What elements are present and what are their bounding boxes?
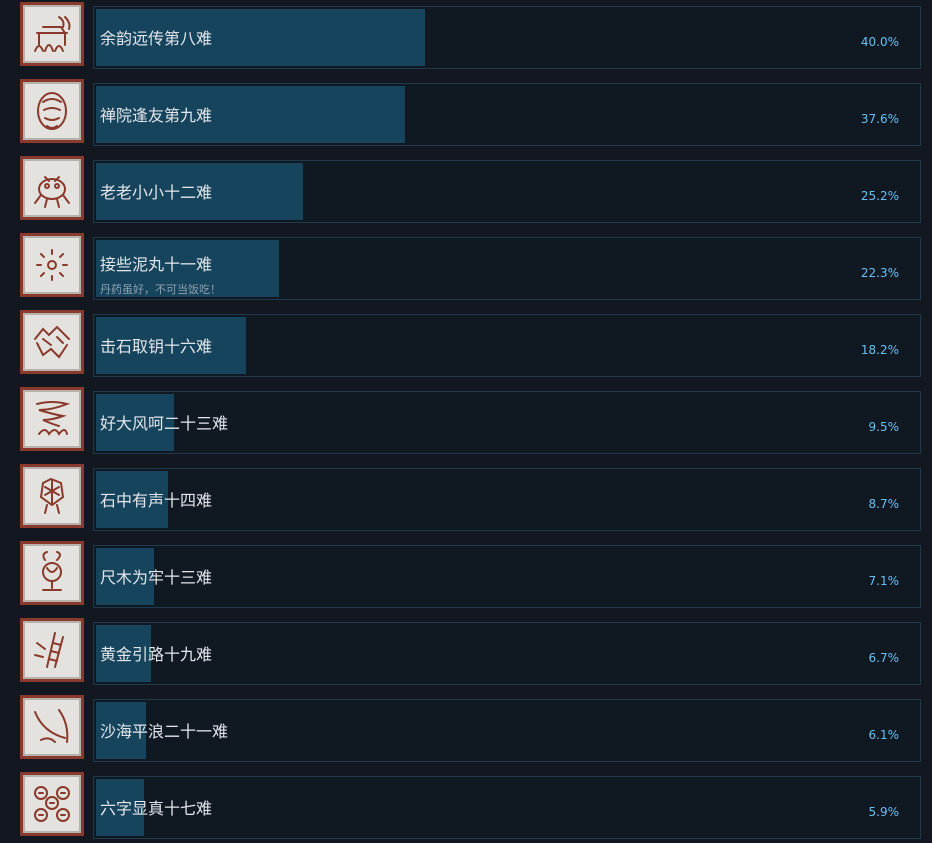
stone-bird-icon [20, 464, 84, 528]
achievement-row[interactable]: 六字显真十七难 5.9% [0, 770, 932, 839]
unlock-percent: 6.1% [868, 728, 900, 742]
achievement-title: 石中有声十四难 [100, 491, 213, 510]
mountain-rocks-icon [20, 310, 84, 374]
achievement-row[interactable]: 禅院逢友第九难 37.6% [0, 77, 932, 146]
achievement-row[interactable]: 余韵远传第八难 40.0% [0, 0, 932, 69]
pill-dots-icon [20, 233, 84, 297]
achievement-row[interactable]: 黄金引路十九难 6.7% [0, 616, 932, 685]
achievement-row[interactable]: 沙海平浪二十一难 6.1% [0, 693, 932, 762]
unlock-percent: 18.2% [860, 343, 899, 357]
achievement-description: 丹药虽好，不可当饭吃！ [100, 283, 221, 296]
progress-bar: 石中有声十四难 8.7% [93, 468, 921, 531]
six-faces-icon [20, 772, 84, 836]
sand-wave-icon [20, 695, 84, 759]
achievement-row[interactable]: 击石取钥十六难 18.2% [0, 308, 932, 377]
achievement-title: 沙海平浪二十一难 [100, 722, 229, 741]
progress-bar: 黄金引路十九难 6.7% [93, 622, 921, 685]
achievement-title: 接些泥丸十一难 [100, 255, 213, 274]
achievement-title: 击石取钥十六难 [100, 337, 213, 356]
unlock-percent: 22.3% [860, 266, 899, 280]
achievement-title: 余韵远传第八难 [100, 29, 213, 48]
achievement-title: 禅院逢友第九难 [100, 106, 213, 125]
achievement-row[interactable]: 好大风呵二十三难 9.5% [0, 385, 932, 454]
achievement-title: 好大风呵二十三难 [100, 414, 229, 433]
progress-bar: 沙海平浪二十一难 6.1% [93, 699, 921, 762]
progress-bar: 六字显真十七难 5.9% [93, 776, 921, 839]
achievement-row[interactable]: 接些泥丸十一难 丹药虽好，不可当饭吃！ 22.3% [0, 231, 932, 300]
whirlwind-icon [20, 387, 84, 451]
achievement-title: 老老小小十二难 [100, 183, 213, 202]
progress-bar: 余韵远传第八难 40.0% [93, 6, 921, 69]
unlock-percent: 7.1% [868, 574, 900, 588]
progress-bar: 老老小小十二难 25.2% [93, 160, 921, 223]
unlock-percent: 9.5% [868, 420, 900, 434]
achievement-list: 余韵远传第八难 40.0% 禅院逢友第九难 37.6% 老老小小十二难 25.2… [0, 0, 932, 843]
unlock-percent: 6.7% [868, 651, 900, 665]
frog-creature-icon [20, 156, 84, 220]
unlock-percent: 5.9% [868, 805, 900, 819]
progress-bar: 尺木为牢十三难 7.1% [93, 545, 921, 608]
achievement-title: 黄金引路十九难 [100, 645, 213, 664]
unlock-percent: 37.6% [860, 112, 899, 126]
achievement-row[interactable]: 老老小小十二难 25.2% [0, 154, 932, 223]
progress-bar: 接些泥丸十一难 丹药虽好，不可当饭吃！ 22.3% [93, 237, 921, 300]
unlock-percent: 40.0% [860, 35, 899, 49]
achievement-row[interactable]: 尺木为牢十三难 7.1% [0, 539, 932, 608]
progress-bar: 击石取钥十六难 18.2% [93, 314, 921, 377]
achievement-row[interactable]: 石中有声十四难 8.7% [0, 462, 932, 531]
achievement-title: 六字显真十七难 [100, 799, 213, 818]
burning-vase-icon [20, 541, 84, 605]
progress-bar: 好大风呵二十三难 9.5% [93, 391, 921, 454]
temple-bell-icon [20, 2, 84, 66]
progress-bar: 禅院逢友第九难 37.6% [93, 83, 921, 146]
unlock-percent: 25.2% [860, 189, 899, 203]
monk-face-icon [20, 79, 84, 143]
golden-ladder-icon [20, 618, 84, 682]
achievement-title: 尺木为牢十三难 [100, 568, 213, 587]
unlock-percent: 8.7% [868, 497, 900, 511]
